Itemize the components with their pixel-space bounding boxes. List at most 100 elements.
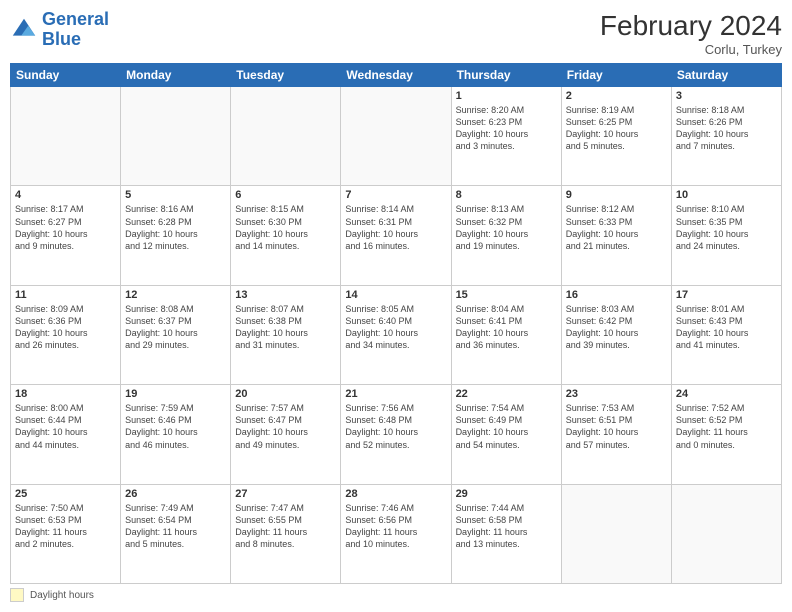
calendar-cell: 18Sunrise: 8:00 AM Sunset: 6:44 PM Dayli… [11,385,121,484]
calendar-day-header: Wednesday [341,64,451,87]
day-info: Sunrise: 8:08 AM Sunset: 6:37 PM Dayligh… [125,303,226,352]
calendar-day-header: Thursday [451,64,561,87]
day-info: Sunrise: 8:13 AM Sunset: 6:32 PM Dayligh… [456,203,557,252]
calendar-cell [231,87,341,186]
calendar-cell: 10 Sunrise: 8:10 AM Sunset: 6:35 PM Dayli… [671,186,781,285]
calendar-week-row: 25 Sunrise: 7:50 AM Sunset: 6:53 PM Dayli… [11,484,782,583]
calendar-cell: 21Sunrise: 7:56 AM Sunset: 6:48 PM Dayli… [341,385,451,484]
calendar-cell: 5 Sunrise: 8:16 AM Sunset: 6:28 PM Daylig… [121,186,231,285]
day-info: Sunrise: 8:00 AM Sunset: 6:44 PM Dayligh… [15,402,116,451]
calendar-cell: 29 Sunrise: 7:44 AM Sunset: 6:58 PM Dayli… [451,484,561,583]
day-number: 15 [456,289,557,301]
day-number: 21 [345,388,446,400]
day-info: Sunrise: 7:44 AM Sunset: 6:58 PM Dayligh… [456,502,557,551]
day-info: Sunrise: 8:07 AM Sunset: 6:38 PM Dayligh… [235,303,336,352]
day-number: 6 [235,189,336,201]
legend-box [10,588,24,602]
logo-line2: Blue [42,29,81,49]
day-info: Sunrise: 8:14 AM Sunset: 6:31 PM Dayligh… [345,203,446,252]
day-number: 27 [235,488,336,500]
calendar-cell: 2Sunrise: 8:19 AM Sunset: 6:25 PM Daylig… [561,87,671,186]
calendar-cell: 22Sunrise: 7:54 AM Sunset: 6:49 PM Dayli… [451,385,561,484]
month-year: February 2024 [600,10,782,42]
calendar-cell: 3Sunrise: 8:18 AM Sunset: 6:26 PM Daylig… [671,87,781,186]
calendar-cell: 25 Sunrise: 7:50 AM Sunset: 6:53 PM Dayli… [11,484,121,583]
logo-line1: General [42,9,109,29]
calendar-week-row: 1Sunrise: 8:20 AM Sunset: 6:23 PM Daylig… [11,87,782,186]
calendar-cell [11,87,121,186]
calendar-day-header: Saturday [671,64,781,87]
legend-label: Daylight hours [30,590,94,601]
calendar-cell: 13 Sunrise: 8:07 AM Sunset: 6:38 PM Dayli… [231,285,341,384]
day-info: Sunrise: 8:05 AM Sunset: 6:40 PM Dayligh… [345,303,446,352]
day-number: 25 [15,488,116,500]
calendar-cell [121,87,231,186]
calendar-cell: 27 Sunrise: 7:47 AM Sunset: 6:55 PM Dayli… [231,484,341,583]
day-number: 28 [345,488,446,500]
title-block: February 2024 Corlu, Turkey [600,10,782,57]
day-info: Sunrise: 8:09 AM Sunset: 6:36 PM Dayligh… [15,303,116,352]
calendar-cell [671,484,781,583]
day-info: Sunrise: 8:01 AM Sunset: 6:43 PM Dayligh… [676,303,777,352]
day-number: 1 [456,90,557,102]
calendar-day-header: Tuesday [231,64,341,87]
calendar-cell: 17 Sunrise: 8:01 AM Sunset: 6:43 PM Dayli… [671,285,781,384]
day-number: 20 [235,388,336,400]
calendar-week-row: 18Sunrise: 8:00 AM Sunset: 6:44 PM Dayli… [11,385,782,484]
calendar-cell: 9Sunrise: 8:12 AM Sunset: 6:33 PM Daylig… [561,186,671,285]
day-info: Sunrise: 7:59 AM Sunset: 6:46 PM Dayligh… [125,402,226,451]
day-info: Sunrise: 7:50 AM Sunset: 6:53 PM Dayligh… [15,502,116,551]
calendar-week-row: 4Sunrise: 8:17 AM Sunset: 6:27 PM Daylig… [11,186,782,285]
day-info: Sunrise: 7:47 AM Sunset: 6:55 PM Dayligh… [235,502,336,551]
logo-icon [10,16,38,44]
calendar-day-header: Friday [561,64,671,87]
location: Corlu, Turkey [600,42,782,57]
day-info: Sunrise: 7:49 AM Sunset: 6:54 PM Dayligh… [125,502,226,551]
day-number: 16 [566,289,667,301]
day-info: Sunrise: 8:10 AM Sunset: 6:35 PM Dayligh… [676,203,777,252]
page: General Blue February 2024 Corlu, Turkey… [0,0,792,612]
day-number: 26 [125,488,226,500]
calendar-cell [561,484,671,583]
calendar-cell: 28 Sunrise: 7:46 AM Sunset: 6:56 PM Dayli… [341,484,451,583]
logo: General Blue [10,10,109,50]
day-number: 12 [125,289,226,301]
day-number: 10 [676,189,777,201]
day-number: 29 [456,488,557,500]
day-number: 14 [345,289,446,301]
calendar-body: 1Sunrise: 8:20 AM Sunset: 6:23 PM Daylig… [11,87,782,584]
calendar-cell: 11 Sunrise: 8:09 AM Sunset: 6:36 PM Dayli… [11,285,121,384]
calendar-header-row: SundayMondayTuesdayWednesdayThursdayFrid… [11,64,782,87]
calendar-cell: 1Sunrise: 8:20 AM Sunset: 6:23 PM Daylig… [451,87,561,186]
calendar-cell [341,87,451,186]
day-number: 17 [676,289,777,301]
day-info: Sunrise: 7:46 AM Sunset: 6:56 PM Dayligh… [345,502,446,551]
day-info: Sunrise: 7:54 AM Sunset: 6:49 PM Dayligh… [456,402,557,451]
calendar-cell: 20Sunrise: 7:57 AM Sunset: 6:47 PM Dayli… [231,385,341,484]
calendar-cell: 23 Sunrise: 7:53 AM Sunset: 6:51 PM Dayli… [561,385,671,484]
day-number: 8 [456,189,557,201]
calendar-cell: 6 Sunrise: 8:15 AM Sunset: 6:30 PM Daylig… [231,186,341,285]
day-info: Sunrise: 8:04 AM Sunset: 6:41 PM Dayligh… [456,303,557,352]
calendar-table: SundayMondayTuesdayWednesdayThursdayFrid… [10,63,782,584]
calendar-cell: 16Sunrise: 8:03 AM Sunset: 6:42 PM Dayli… [561,285,671,384]
logo-text: General Blue [42,10,109,50]
day-number: 13 [235,289,336,301]
day-number: 9 [566,189,667,201]
day-number: 11 [15,289,116,301]
day-info: Sunrise: 8:16 AM Sunset: 6:28 PM Dayligh… [125,203,226,252]
footer: Daylight hours [10,588,782,602]
day-number: 23 [566,388,667,400]
header: General Blue February 2024 Corlu, Turkey [10,10,782,57]
calendar-cell: 12 Sunrise: 8:08 AM Sunset: 6:37 PM Dayli… [121,285,231,384]
day-info: Sunrise: 7:53 AM Sunset: 6:51 PM Dayligh… [566,402,667,451]
day-number: 5 [125,189,226,201]
calendar-cell: 14 Sunrise: 8:05 AM Sunset: 6:40 PM Dayli… [341,285,451,384]
day-number: 4 [15,189,116,201]
calendar-cell: 8 Sunrise: 8:13 AM Sunset: 6:32 PM Daylig… [451,186,561,285]
day-info: Sunrise: 8:15 AM Sunset: 6:30 PM Dayligh… [235,203,336,252]
day-info: Sunrise: 8:18 AM Sunset: 6:26 PM Dayligh… [676,104,777,153]
day-number: 24 [676,388,777,400]
day-info: Sunrise: 7:52 AM Sunset: 6:52 PM Dayligh… [676,402,777,451]
day-number: 2 [566,90,667,102]
